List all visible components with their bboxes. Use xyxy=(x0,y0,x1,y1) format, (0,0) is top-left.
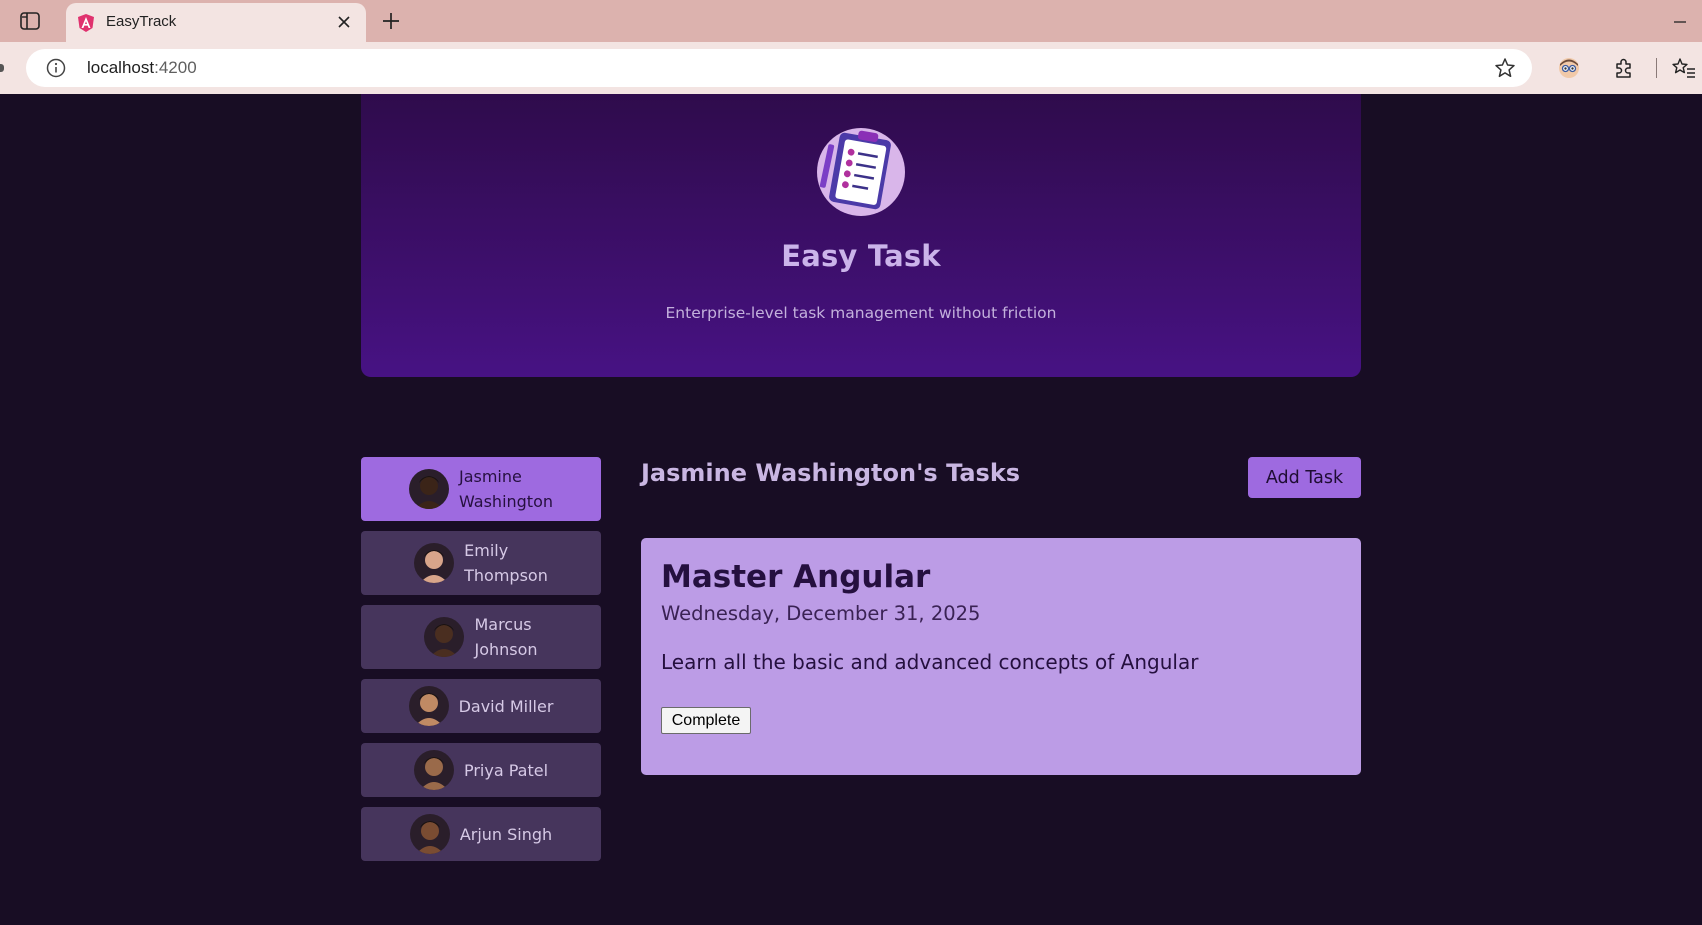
add-task-button[interactable]: Add Task xyxy=(1248,457,1361,498)
tab-title: EasyTrack xyxy=(106,13,177,30)
sidebar-toggle-icon[interactable] xyxy=(18,10,42,32)
favorites-icon[interactable] xyxy=(1672,56,1696,80)
user-item[interactable]: Priya Patel xyxy=(361,743,601,797)
avatar xyxy=(414,543,455,583)
user-item[interactable]: Jasmine Washington xyxy=(361,457,601,521)
task-description: Learn all the basic and advanced concept… xyxy=(661,650,1199,674)
plus-icon[interactable] xyxy=(380,10,402,32)
app-title: Easy Task xyxy=(781,239,941,273)
user-name: Priya Patel xyxy=(464,758,548,783)
user-item[interactable]: Arjun Singh xyxy=(361,807,601,861)
user-name-line1: Jasmine xyxy=(458,467,522,486)
user-name-line1: Priya Patel xyxy=(463,760,549,780)
page: Easy Task Enterprise-level task manageme… xyxy=(0,94,1702,925)
user-name: Jasmine Washington xyxy=(459,464,553,514)
browser-tab-strip: EasyTrack xyxy=(0,0,1702,43)
task-card: Master Angular Wednesday, December 31, 2… xyxy=(641,538,1361,775)
task-title: Master Angular xyxy=(661,559,931,595)
back-button-edge[interactable] xyxy=(0,64,4,72)
user-name: Arjun Singh xyxy=(460,822,552,847)
tasks-title: Jasmine Washington's Tasks xyxy=(641,459,1021,487)
info-icon[interactable] xyxy=(46,58,66,78)
user-item[interactable]: Emily Thompson xyxy=(361,531,601,595)
url-input[interactable]: localhost:4200 xyxy=(26,49,1532,87)
extensions-icon[interactable] xyxy=(1612,56,1636,80)
user-name-line1: David Miller xyxy=(458,696,554,716)
address-bar-row: localhost:4200 xyxy=(0,42,1702,94)
browser-tab[interactable]: EasyTrack xyxy=(66,3,366,43)
user-name-line1: Arjun Singh xyxy=(459,824,553,844)
url-text: localhost:4200 xyxy=(87,58,197,78)
avatar xyxy=(409,814,450,854)
user-name-line2: Washington xyxy=(458,492,554,511)
angular-favicon-icon xyxy=(76,13,96,33)
user-name-line1: Marcus xyxy=(474,615,532,634)
avatar xyxy=(424,617,465,657)
avatar xyxy=(408,469,449,509)
user-item[interactable]: David Miller xyxy=(361,679,601,733)
minimize-icon[interactable] xyxy=(1672,14,1688,28)
user-name-line2: Thompson xyxy=(464,566,548,585)
user-name: Emily Thompson xyxy=(464,538,548,588)
toolbar-separator xyxy=(1656,58,1657,78)
user-name-line1: Emily xyxy=(464,541,509,560)
user-item[interactable]: Marcus Johnson xyxy=(361,605,601,669)
star-icon[interactable] xyxy=(1494,57,1516,79)
app-header: Easy Task Enterprise-level task manageme… xyxy=(361,94,1361,377)
app-subtitle: Enterprise-level task management without… xyxy=(665,304,1057,322)
complete-button[interactable]: Complete xyxy=(661,707,751,734)
user-name-line2: Johnson xyxy=(474,640,538,659)
url-host: localhost xyxy=(87,58,155,77)
close-icon[interactable] xyxy=(334,12,354,32)
avatar xyxy=(413,750,454,790)
user-name: Marcus Johnson xyxy=(474,612,537,662)
url-port: :4200 xyxy=(154,58,197,77)
avatar xyxy=(408,686,449,726)
task-date: Wednesday, December 31, 2025 xyxy=(661,602,981,625)
profile-icon[interactable] xyxy=(1557,56,1581,80)
clipboard-task-list-icon xyxy=(816,122,906,216)
user-name: David Miller xyxy=(459,694,554,719)
